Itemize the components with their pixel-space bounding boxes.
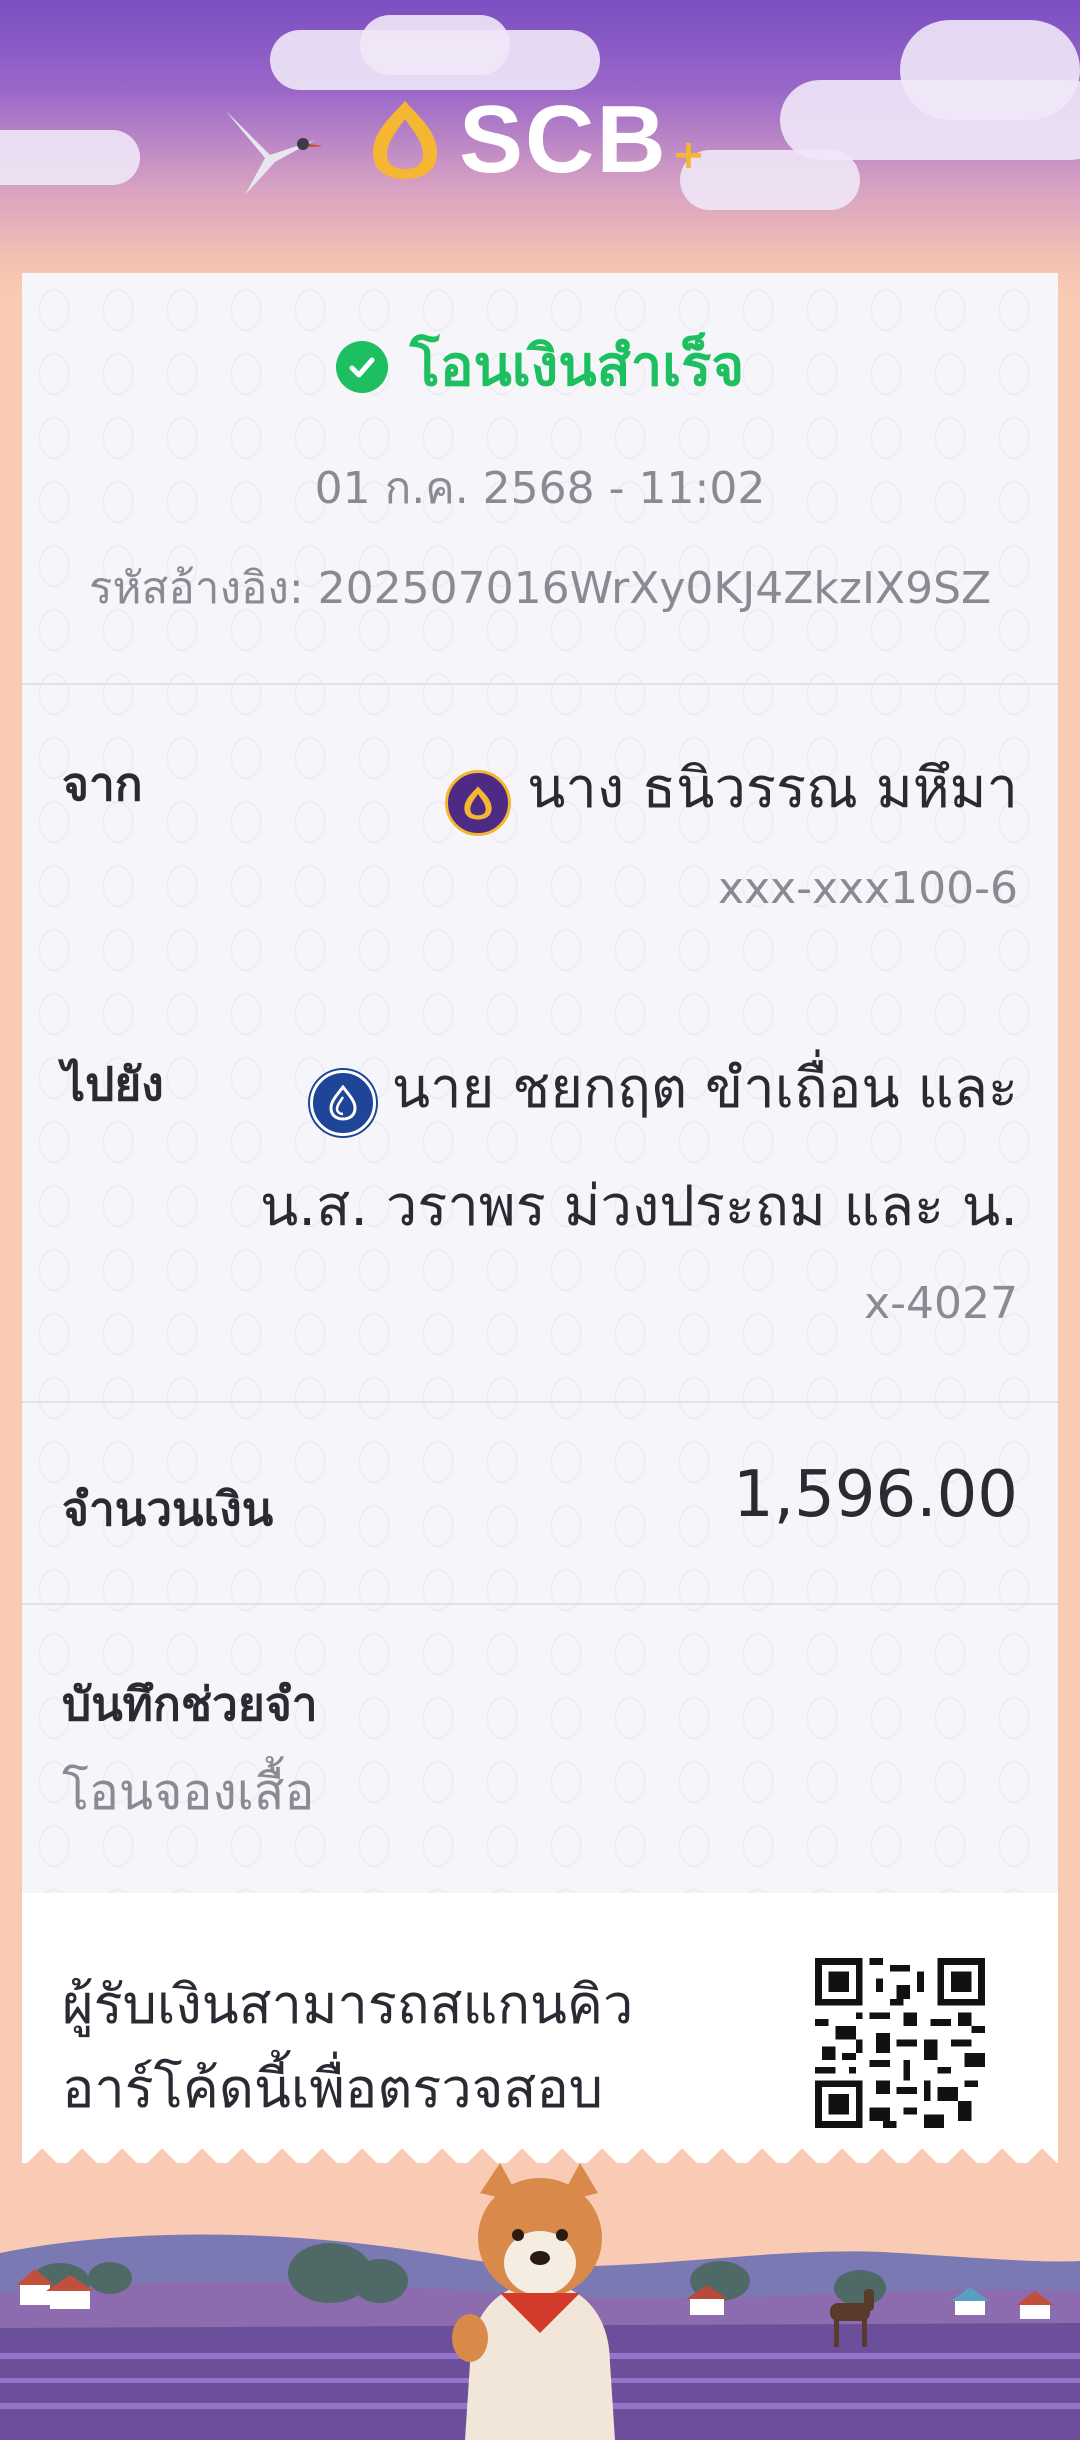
scb-logo-icon [373, 101, 437, 179]
recipient-name-line2: น.ส. วราพร ม่วงประถม และ น. [259, 1174, 1018, 1239]
from-label: จาก [62, 757, 143, 811]
recipient-row: นาย ชยกฤต ขำเถื่อน และ [309, 1043, 1018, 1136]
qr-instruction: ผู้รับเงินสามารถสแกนคิว อาร์โค้ดนี้เพื่อ… [62, 1963, 633, 2130]
check-circle-icon [335, 340, 388, 393]
transfer-receipt: โอนเงินสำเร็จ 01 ก.ค. 2568 - 11:02 รหัสอ… [22, 273, 1058, 1893]
recipient-name-line1: นาย ชยกฤต ขำเถื่อน และ [391, 1056, 1018, 1121]
memo-label: บันทึกช่วยจำ [62, 1677, 318, 1731]
scb-bank-icon [445, 769, 512, 836]
logo-text: SCB [459, 86, 668, 193]
recipient-account: x-4027 [864, 1278, 1018, 1329]
transfer-datetime: 01 ก.ค. 2568 - 11:02 [314, 463, 766, 514]
divider [22, 1401, 1058, 1403]
logo-plus: + [671, 132, 706, 178]
transfer-status: โอนเงินสำเร็จ [22, 333, 1058, 400]
lavender-field-illustration [0, 2163, 1080, 2440]
sender-name: นาง ธนิวรรณ มหึมา [527, 756, 1018, 821]
amount-label: จำนวนเงิน [62, 1482, 274, 1536]
qr-code-icon[interactable] [815, 1958, 985, 2128]
receipt-edge [22, 2133, 1058, 2163]
sender-row: นาง ธนิวรรณ มหึมา [445, 743, 1018, 836]
bird-icon [225, 110, 323, 195]
reference-number: รหัสอ้างอิง: 202507016WrXy0KJ4ZkzIX9SZ [88, 563, 992, 614]
status-text: โอนเงินสำเร็จ [409, 334, 745, 399]
divider [22, 1603, 1058, 1605]
divider [22, 683, 1058, 685]
qr-instruction-line1: ผู้รับเงินสามารถสแกนคิว [62, 1973, 634, 2036]
bbl-bank-icon [309, 1069, 376, 1136]
qr-instruction-line2: อาร์โค้ดนี้เพื่อตรวจสอบ [62, 2056, 604, 2120]
sender-account: xxx-xxx100-6 [718, 863, 1018, 914]
to-label: ไปยัง [62, 1057, 164, 1111]
header-banner: SCB + [0, 0, 1080, 300]
memo-value: โอนจองเสื้อ [62, 1763, 315, 1821]
amount-value: 1,596.00 [733, 1458, 1018, 1532]
scb-logo: SCB + [365, 90, 705, 190]
qr-verify-section: ผู้รับเงินสามารถสแกนคิว อาร์โค้ดนี้เพื่อ… [22, 1893, 1058, 2133]
